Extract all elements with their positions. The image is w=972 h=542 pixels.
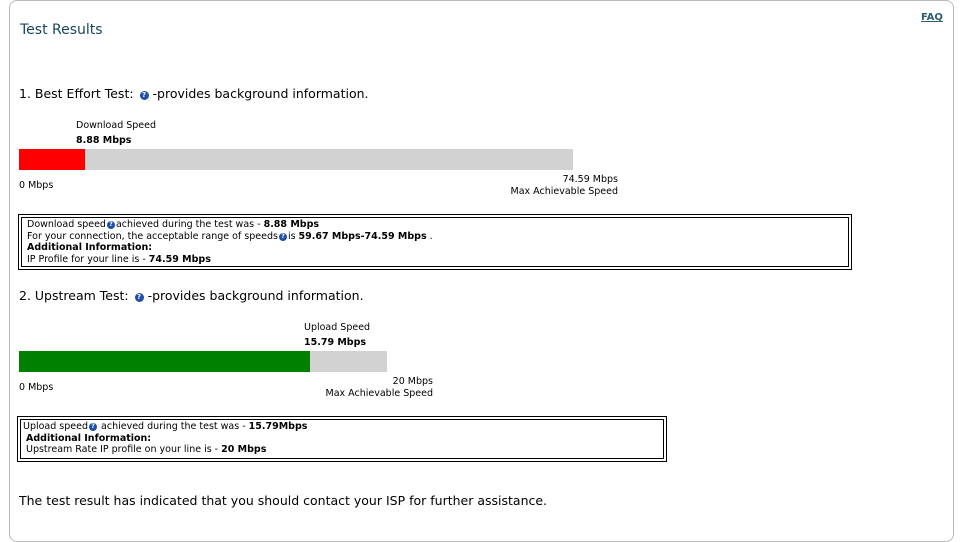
download-speed-label: Download Speed <box>76 120 157 131</box>
upload-info-box: Upload speed? achieved during the test w… <box>17 416 667 462</box>
question-circle-icon[interactable]: ? <box>139 91 149 100</box>
page-title: Test Results <box>20 22 103 38</box>
upload-speed-value: 15.79 Mbps <box>304 337 367 348</box>
download-speed-value: 8.88 Mbps <box>76 135 132 146</box>
upload-speed-bar <box>19 351 387 372</box>
question-circle-icon[interactable]: ? <box>134 293 144 302</box>
result-advice-message: The test result has indicated that you s… <box>19 493 548 508</box>
upload-scale-min: 0 Mbps <box>19 382 54 393</box>
best-effort-heading-description: -provides background information. <box>152 86 369 101</box>
range-info-text: is <box>287 230 299 242</box>
download-info-line: Download speed? achieved during the test … <box>27 219 843 231</box>
upload-info-text: Upload speed <box>23 421 89 432</box>
ip-profile-value: 74.59 Mbps <box>148 253 211 265</box>
upstream-profile-line: Upstream Rate IP profile on your line is… <box>23 444 661 456</box>
range-info-value: 59.67 Mbps-74.59 Mbps <box>298 230 427 242</box>
upstream-heading-label: 2. Upstream Test: <box>19 288 129 303</box>
best-effort-heading: 1. Best Effort Test: ? -provides backgrou… <box>19 86 369 101</box>
upload-info-line: Upload speed? achieved during the test w… <box>23 421 661 433</box>
upstream-profile-value: 20 Mbps <box>221 444 267 455</box>
question-circle-icon[interactable]: ? <box>106 221 115 229</box>
upload-info-value: 15.79Mbps <box>248 421 308 432</box>
additional-info-label: Additional Information: <box>26 432 152 444</box>
upload-scale-max-caption: Max Achievable Speed <box>325 388 433 399</box>
download-scale-max: 74.59 Mbps <box>562 174 618 185</box>
download-speed-bar-fill <box>19 149 85 170</box>
upload-speed-label: Upload Speed <box>304 322 371 333</box>
additional-info-label: Additional Information: <box>27 242 153 253</box>
best-effort-heading-label: 1. Best Effort Test: <box>19 86 134 101</box>
faq-link[interactable]: FAQ <box>921 12 943 23</box>
upload-speed-bar-fill <box>19 351 310 372</box>
range-info-text: . <box>426 230 433 242</box>
upstream-profile-text: Upstream Rate IP profile on your line is… <box>26 444 222 455</box>
download-scale-min: 0 Mbps <box>19 180 54 191</box>
download-info-box: Download speed? achieved during the test … <box>18 214 852 270</box>
download-scale-max-caption: Max Achievable Speed <box>510 186 618 197</box>
upstream-heading: 2. Upstream Test: ? -provides background … <box>19 288 364 303</box>
range-info-line: For your connection, the acceptable rang… <box>27 231 843 243</box>
download-info-text: achieved during the test was - <box>115 219 264 230</box>
download-info-value: 8.88 Mbps <box>263 219 320 230</box>
upload-info-text: achieved during the test was - <box>98 421 249 432</box>
question-circle-icon[interactable]: ? <box>89 423 98 431</box>
download-speed-bar <box>19 149 573 170</box>
question-circle-icon[interactable]: ? <box>278 232 287 241</box>
ip-profile-line: IP Profile for your line is - 74.59 Mbps <box>27 254 843 266</box>
ip-profile-text: IP Profile for your line is - <box>27 253 149 265</box>
download-info-text: Download speed <box>27 219 106 230</box>
upload-scale-max: 20 Mbps <box>392 376 433 387</box>
results-panel <box>9 0 954 542</box>
range-info-text: For your connection, the acceptable rang… <box>27 230 278 242</box>
upstream-heading-description: -provides background information. <box>147 288 364 303</box>
